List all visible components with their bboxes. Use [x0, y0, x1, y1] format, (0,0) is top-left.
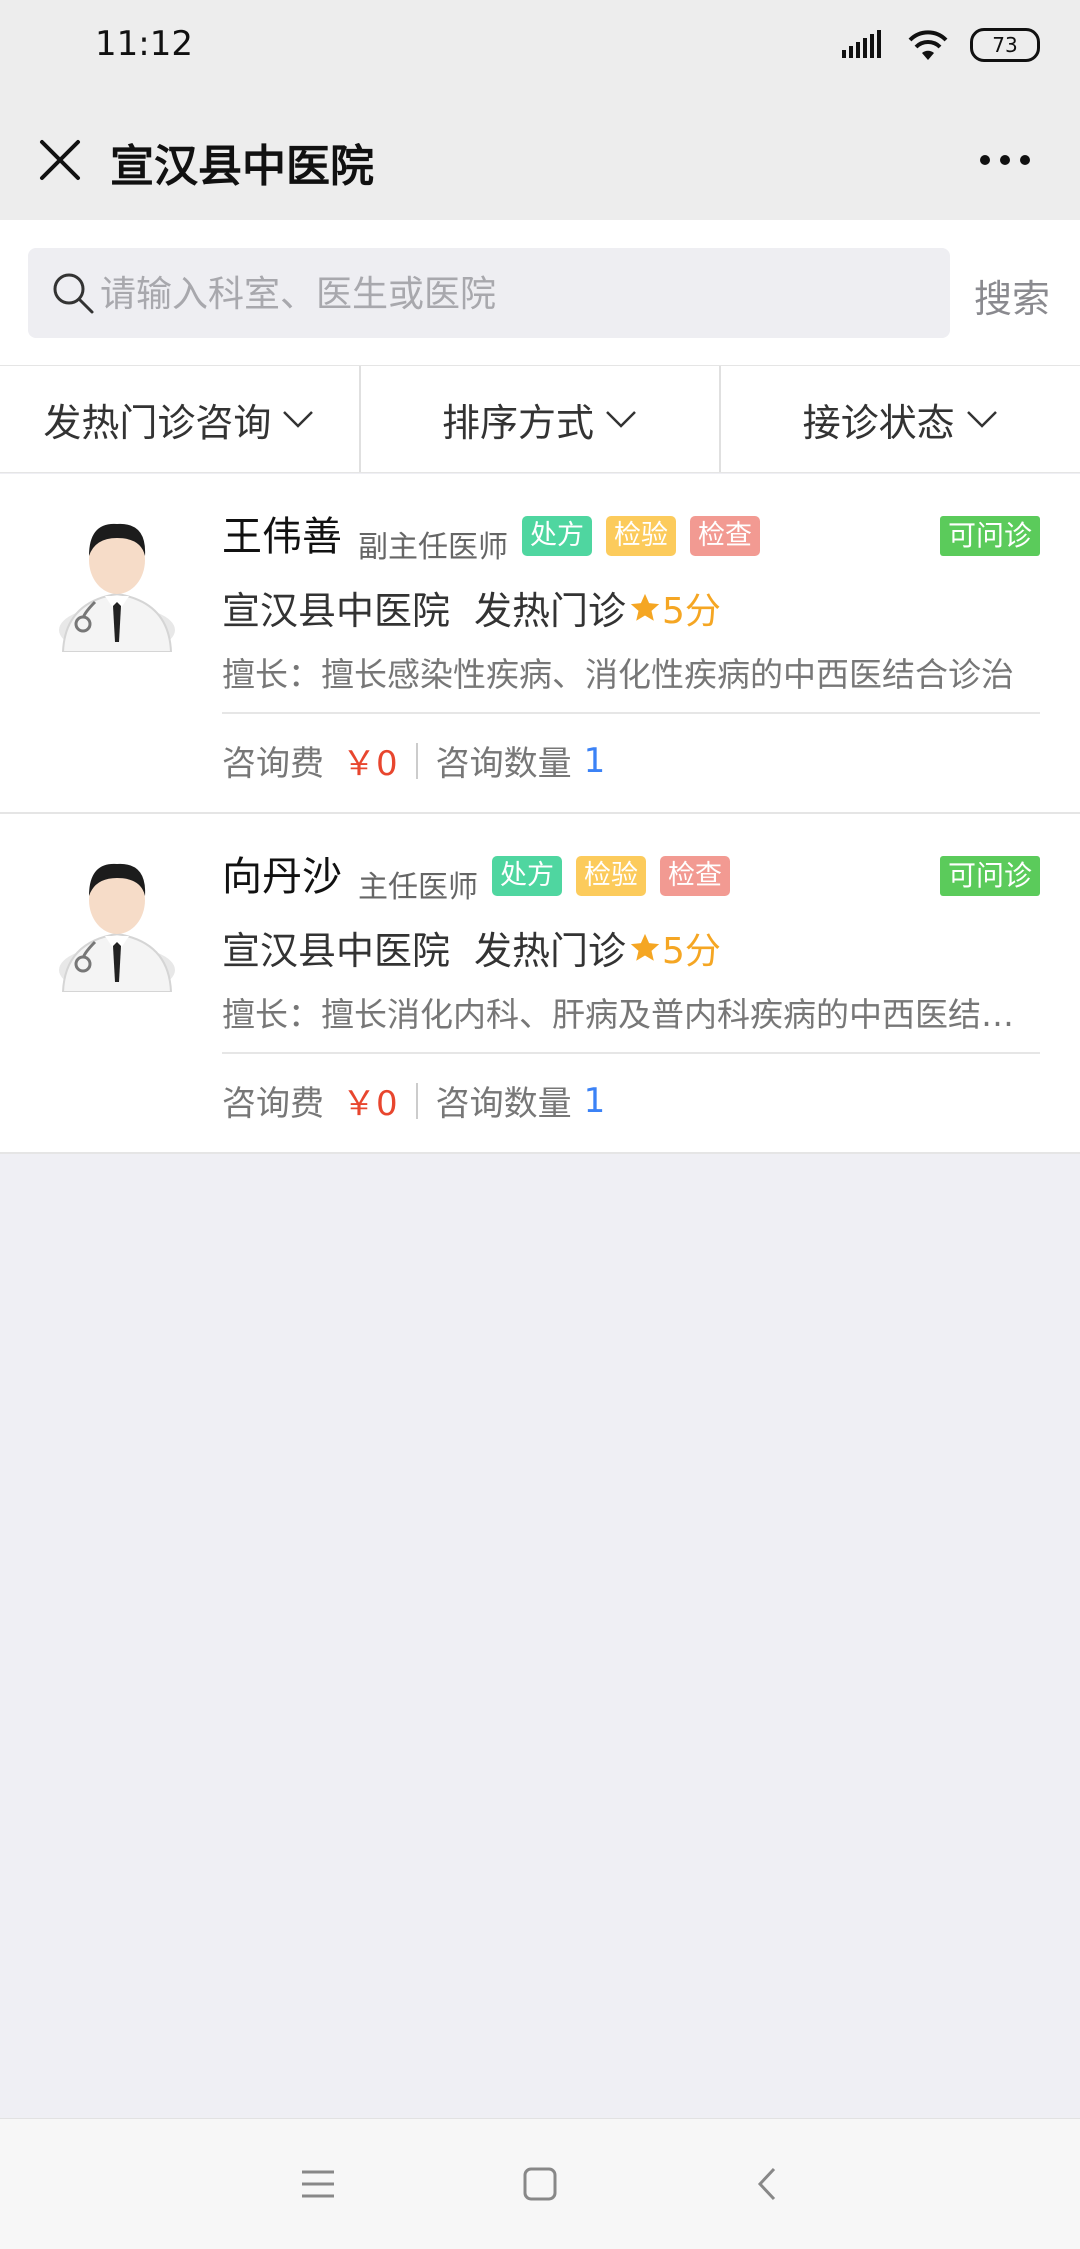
availability-badge: 可问诊 — [939, 856, 1040, 896]
doctor-title: 主任医师 — [358, 870, 478, 905]
tag-lab-test: 检验 — [576, 856, 646, 896]
service-tags: 处方 检验 检查 — [492, 856, 730, 896]
doctor-name: 王伟善 — [222, 514, 342, 560]
fee-value: ￥0 — [342, 1084, 398, 1124]
more-button[interactable] — [970, 130, 1040, 190]
search-box[interactable] — [28, 248, 950, 340]
battery-indicator: 73 — [970, 28, 1040, 62]
availability-badge: 可问诊 — [939, 516, 1040, 556]
more-dot-icon — [1000, 155, 1010, 165]
filter-bar: 发热门诊咨询 排序方式 接诊状态 — [0, 366, 1080, 473]
close-icon — [40, 140, 80, 180]
chevron-down-icon — [606, 411, 636, 428]
hospital-line: 宣汉县中医院 发热门诊 5分 — [222, 920, 721, 975]
signal-icon — [842, 30, 881, 58]
tag-prescription: 处方 — [522, 516, 592, 556]
service-tags: 处方 检验 检查 — [522, 516, 760, 556]
menu-icon[interactable] — [298, 2164, 338, 2204]
system-nav-bar — [0, 2118, 1080, 2249]
search-bar: 搜索 — [0, 220, 1080, 366]
rating-score: 5分 — [662, 930, 721, 972]
wifi-icon — [908, 30, 948, 60]
separator — [415, 1082, 418, 1119]
doctor-card[interactable]: 向丹沙 主任医师 处方 检验 检查 可问诊 宣汉县中医院 发热门诊 5分 擅长：… — [0, 814, 1080, 1154]
hospital-name: 宣汉县中医院 — [222, 929, 451, 973]
star-icon — [630, 593, 660, 621]
department-name: 发热门诊 — [474, 929, 627, 973]
doctor-avatar-icon — [59, 863, 175, 992]
fee-value: ￥0 — [342, 744, 398, 784]
doctor-name: 向丹沙 — [222, 854, 342, 900]
chevron-down-icon — [966, 411, 997, 428]
separator — [415, 742, 418, 779]
doctor-card[interactable]: 王伟善 副主任医师 处方 检验 检查 可问诊 宣汉县中医院 发热门诊 5分 擅长… — [0, 474, 1080, 814]
star-icon — [630, 933, 660, 961]
fee-line: 咨询费 ￥0 咨询数量 1 — [222, 736, 605, 785]
search-icon — [53, 273, 94, 314]
hospital-name: 宣汉县中医院 — [222, 589, 451, 633]
page-title: 宣汉县中医院 — [110, 141, 374, 192]
consult-count-label: 咨询数量 — [435, 744, 572, 784]
search-input[interactable] — [98, 248, 942, 340]
status-bar: 11:12 73 — [0, 0, 1080, 100]
home-icon[interactable] — [520, 2164, 560, 2204]
fee-label: 咨询费 — [222, 1084, 324, 1124]
filter-label: 排序方式 — [442, 400, 595, 445]
filter-status[interactable]: 接诊状态 — [721, 366, 1080, 472]
close-button[interactable] — [30, 130, 90, 190]
more-dot-icon — [1020, 155, 1030, 165]
doctor-avatar-icon — [59, 523, 175, 652]
more-dot-icon — [980, 155, 990, 165]
specialty-text: 擅长：擅长感染性疾病、消化性疾病的中西医结合诊治 — [222, 655, 1014, 694]
tag-examination: 检查 — [660, 856, 730, 896]
department-name: 发热门诊 — [474, 589, 627, 633]
doctor-list: 王伟善 副主任医师 处方 检验 检查 可问诊 宣汉县中医院 发热门诊 5分 擅长… — [0, 474, 1080, 1154]
tag-lab-test: 检验 — [606, 516, 676, 556]
chevron-down-icon — [283, 411, 314, 428]
tag-examination: 检查 — [690, 516, 760, 556]
fee-line: 咨询费 ￥0 咨询数量 1 — [222, 1076, 605, 1125]
filter-sort[interactable]: 排序方式 — [361, 366, 722, 472]
specialty-text: 擅长：擅长消化内科、肝病及普内科疾病的中西医结合诊治 — [222, 995, 1042, 1034]
fee-label: 咨询费 — [222, 744, 324, 784]
filter-label: 接诊状态 — [802, 400, 955, 445]
hospital-line: 宣汉县中医院 发热门诊 5分 — [222, 580, 721, 635]
consult-count-value: 1 — [583, 740, 606, 781]
back-icon[interactable] — [748, 2164, 788, 2204]
divider — [222, 1052, 1040, 1054]
rating-score: 5分 — [662, 590, 721, 632]
consult-count-label: 咨询数量 — [435, 1084, 572, 1124]
search-button[interactable]: 搜索 — [974, 268, 1050, 323]
consult-count-value: 1 — [583, 1080, 606, 1121]
status-icons: 73 — [842, 28, 1040, 62]
divider — [222, 712, 1040, 714]
doctor-title: 副主任医师 — [358, 530, 508, 565]
title-bar: 宣汉县中医院 — [0, 100, 1080, 220]
tag-prescription: 处方 — [492, 856, 562, 896]
filter-department[interactable]: 发热门诊咨询 — [0, 366, 361, 472]
status-time: 11:12 — [95, 24, 193, 64]
filter-label: 发热门诊咨询 — [43, 400, 272, 445]
